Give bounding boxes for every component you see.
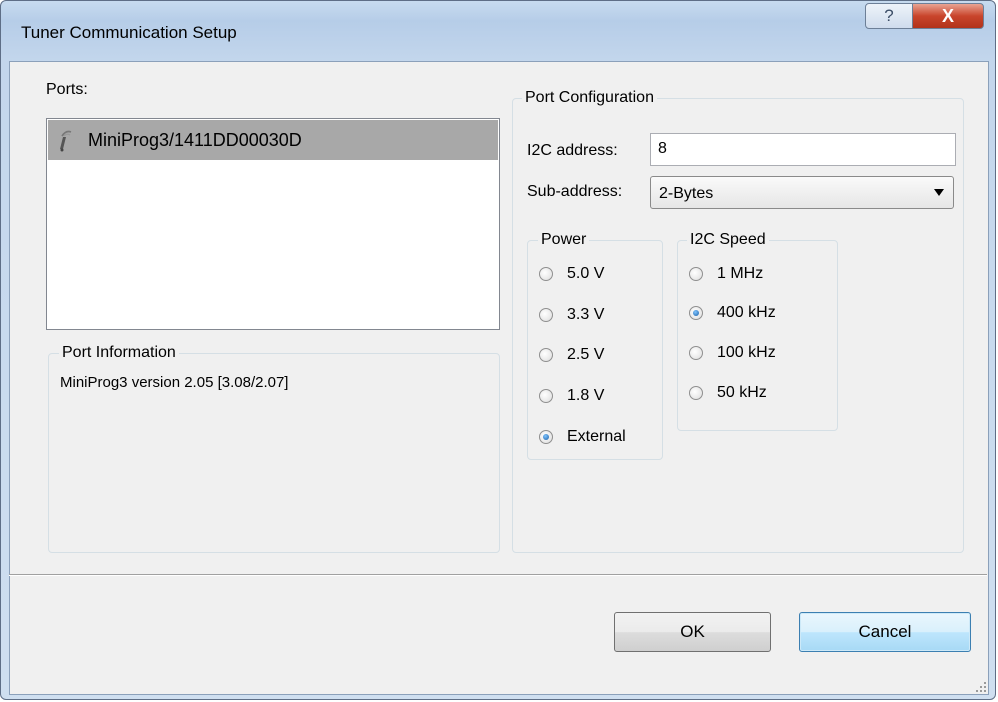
port-name: MiniProg3/1411DD00030D <box>88 129 302 150</box>
help-button[interactable]: ? <box>865 3 913 29</box>
close-icon: X <box>941 5 954 26</box>
radio-icon[interactable] <box>689 267 703 281</box>
speed-1mhz-label: 1 MHz <box>717 265 764 282</box>
radio-icon[interactable] <box>539 267 553 281</box>
help-icon: ? <box>884 6 894 25</box>
i2c-speed-legend: I2C Speed <box>687 231 769 249</box>
power-5v-radio[interactable]: 5.0 V <box>539 265 604 283</box>
speed-100khz-label: 100 kHz <box>717 344 776 361</box>
resize-grip-icon[interactable] <box>976 682 986 692</box>
power-5v-label: 5.0 V <box>567 265 605 282</box>
close-button[interactable]: X <box>912 3 984 29</box>
port-information-text: MiniProg3 version 2.05 [3.08/2.07] <box>60 374 289 391</box>
speed-400khz-radio[interactable]: 400 kHz <box>689 304 776 322</box>
radio-icon[interactable] <box>539 348 553 362</box>
radio-icon[interactable] <box>539 389 553 403</box>
speed-1mhz-radio[interactable]: 1 MHz <box>689 265 763 283</box>
radio-icon[interactable] <box>539 308 553 322</box>
port-configuration-legend: Port Configuration <box>522 89 657 107</box>
cancel-button[interactable]: Cancel <box>799 612 971 652</box>
power-1v8-radio[interactable]: 1.8 V <box>539 387 604 405</box>
window-title: Tuner Communication Setup <box>21 23 237 42</box>
speed-100khz-radio[interactable]: 100 kHz <box>689 344 776 362</box>
ports-label: Ports: <box>46 81 88 98</box>
radio-icon[interactable] <box>689 386 703 400</box>
ok-button[interactable]: OK <box>614 612 771 652</box>
power-1v8-label: 1.8 V <box>567 387 605 404</box>
power-external-label: External <box>567 428 626 445</box>
speed-50khz-label: 50 kHz <box>717 384 767 401</box>
power-3v3-radio[interactable]: 3.3 V <box>539 306 604 324</box>
sub-address-label: Sub-address: <box>527 183 623 200</box>
power-3v3-label: 3.3 V <box>567 306 605 323</box>
power-2v5-radio[interactable]: 2.5 V <box>539 346 604 364</box>
speed-400khz-label: 400 kHz <box>717 304 776 321</box>
sub-address-dropdown[interactable]: 2-Bytes <box>650 176 954 209</box>
power-legend: Power <box>538 231 590 249</box>
i2c-address-input[interactable]: 8 <box>650 133 956 166</box>
sub-address-value: 2-Bytes <box>659 185 714 202</box>
i2c-address-label: I2C address: <box>527 142 618 159</box>
port-information-legend: Port Information <box>59 344 179 362</box>
probe-icon <box>60 130 72 152</box>
ports-list[interactable]: MiniProg3/1411DD00030D <box>46 118 500 330</box>
title-bar[interactable]: Tuner Communication Setup ? X <box>1 1 995 63</box>
dropdown-arrow-icon[interactable] <box>934 189 944 196</box>
radio-icon[interactable] <box>689 346 703 360</box>
speed-50khz-radio[interactable]: 50 kHz <box>689 384 767 402</box>
power-2v5-label: 2.5 V <box>567 346 605 363</box>
power-external-radio[interactable]: External <box>539 428 626 446</box>
radio-selected-icon[interactable] <box>539 430 553 444</box>
footer-separator <box>9 574 987 576</box>
radio-selected-icon[interactable] <box>689 306 703 320</box>
port-list-item[interactable]: MiniProg3/1411DD00030D <box>48 120 498 160</box>
